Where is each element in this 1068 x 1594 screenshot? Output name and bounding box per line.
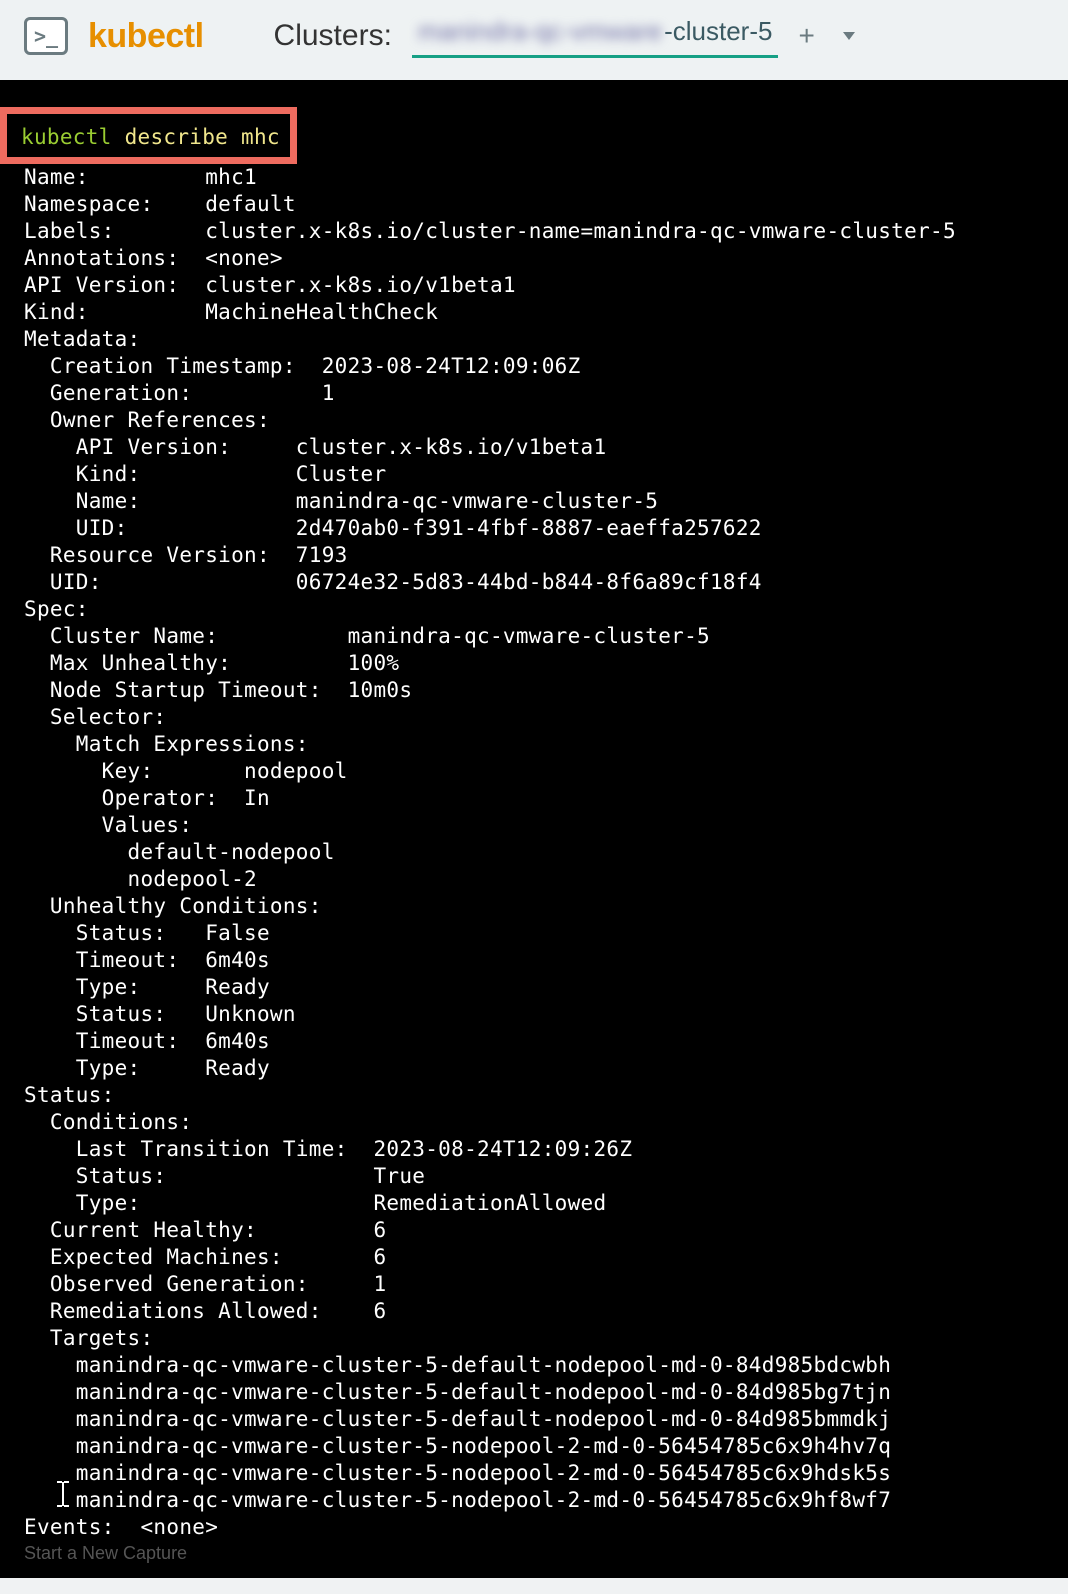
out-me-key: Key: nodepool — [24, 759, 348, 783]
out-cur-healthy: Current Healthy: 6 — [24, 1218, 386, 1242]
topbar: >_ kubectl Clusters: manindra-qc-vmware … — [0, 0, 1068, 80]
command-keyword: kubectl — [21, 125, 112, 149]
out-max-unhealthy: Max Unhealthy: 100% — [24, 651, 399, 675]
text-cursor-icon — [54, 1480, 72, 1508]
out-uc2-type: Type: Ready — [24, 1056, 270, 1080]
out-cluster-name: Cluster Name: manindra-qc-vmware-cluster… — [24, 624, 710, 648]
terminal-output: Name: mhc1 Namespace: default Labels: cl… — [0, 164, 1068, 1541]
out-res-ver: Resource Version: 7193 — [24, 543, 348, 567]
out-annotations: Annotations: <none> — [24, 246, 283, 270]
out-uid: UID: 06724e32-5d83-44bd-b844-8f6a89cf18f… — [24, 570, 762, 594]
out-uc-hdr: Unhealthy Conditions: — [24, 894, 322, 918]
out-creation-ts: Creation Timestamp: 2023-08-24T12:09:06Z — [24, 354, 581, 378]
out-me-hdr: Match Expressions: — [24, 732, 309, 756]
out-uc2-timeout: Timeout: 6m40s — [24, 1029, 270, 1053]
out-name: Name: mhc1 — [24, 165, 257, 189]
terminal-wrap: kubectl describe mhc Name: mhc1 Namespac… — [0, 80, 1068, 1578]
out-uc2-status: Status: Unknown — [24, 1002, 296, 1026]
out-or-uid: UID: 2d470ab0-f391-4fbf-8887-eaeffa25762… — [24, 516, 762, 540]
out-generation: Generation: 1 — [24, 381, 335, 405]
terminal[interactable]: kubectl describe mhc Name: mhc1 Namespac… — [0, 80, 1068, 1578]
out-metadata-hdr: Metadata: — [24, 327, 141, 351]
cluster-name-obscured: manindra-qc-vmware — [418, 16, 662, 47]
terminal-icon: >_ — [24, 17, 68, 55]
out-selector-hdr: Selector: — [24, 705, 166, 729]
cluster-name-visible: -cluster-5 — [664, 16, 772, 47]
tab-active-cluster[interactable]: manindra-qc-vmware -cluster-5 — [412, 14, 779, 58]
cluster-dropdown-caret-icon[interactable] — [843, 32, 855, 40]
add-cluster-button[interactable]: + — [798, 20, 814, 52]
out-t3: manindra-qc-vmware-cluster-5-default-nod… — [24, 1407, 891, 1431]
out-t5: manindra-qc-vmware-cluster-5-nodepool-2-… — [24, 1461, 891, 1485]
brand-label: kubectl — [88, 17, 204, 56]
out-t4: manindra-qc-vmware-cluster-5-nodepool-2-… — [24, 1434, 891, 1458]
out-events: Events: <none> — [24, 1515, 218, 1539]
out-or-kind: Kind: Cluster — [24, 462, 386, 486]
out-uc1-type: Type: Ready — [24, 975, 270, 999]
out-uc1-status: Status: False — [24, 921, 270, 945]
out-rem-allowed: Remediations Allowed: 6 — [24, 1299, 386, 1323]
clusters-label: Clusters: — [274, 19, 392, 53]
out-status-hdr: Status: — [24, 1083, 115, 1107]
out-or-name: Name: manindra-qc-vmware-cluster-5 — [24, 489, 658, 513]
out-spec-hdr: Spec: — [24, 597, 89, 621]
out-me-val1: default-nodepool — [24, 840, 335, 864]
out-ltt: Last Transition Time: 2023-08-24T12:09:2… — [24, 1137, 632, 1161]
out-obs-gen: Observed Generation: 1 — [24, 1272, 386, 1296]
out-labels: Labels: cluster.x-k8s.io/cluster-name=ma… — [24, 219, 956, 243]
command-args: describe mhc — [125, 125, 280, 149]
command-highlight-box: kubectl describe mhc — [0, 107, 297, 164]
out-node-startup: Node Startup Timeout: 10m0s — [24, 678, 412, 702]
out-cond-hdr: Conditions: — [24, 1110, 192, 1134]
out-api-version: API Version: cluster.x-k8s.io/v1beta1 — [24, 273, 516, 297]
out-me-op: Operator: In — [24, 786, 270, 810]
out-t1: manindra-qc-vmware-cluster-5-default-nod… — [24, 1353, 891, 1377]
out-me-vals-hdr: Values: — [24, 813, 192, 837]
out-t2: manindra-qc-vmware-cluster-5-default-nod… — [24, 1380, 891, 1404]
out-uc1-timeout: Timeout: 6m40s — [24, 948, 270, 972]
out-cond-status: Status: True — [24, 1164, 425, 1188]
out-cond-type: Type: RemediationAllowed — [24, 1191, 606, 1215]
out-or-api: API Version: cluster.x-k8s.io/v1beta1 — [24, 435, 606, 459]
out-targets-hdr: Targets: — [24, 1326, 153, 1350]
out-exp-machines: Expected Machines: 6 — [24, 1245, 386, 1269]
out-namespace: Namespace: default — [24, 192, 296, 216]
out-kind: Kind: MachineHealthCheck — [24, 300, 438, 324]
out-owner-refs-hdr: Owner References: — [24, 408, 270, 432]
out-t6: manindra-qc-vmware-cluster-5-nodepool-2-… — [24, 1488, 891, 1512]
out-me-val2: nodepool-2 — [24, 867, 257, 891]
